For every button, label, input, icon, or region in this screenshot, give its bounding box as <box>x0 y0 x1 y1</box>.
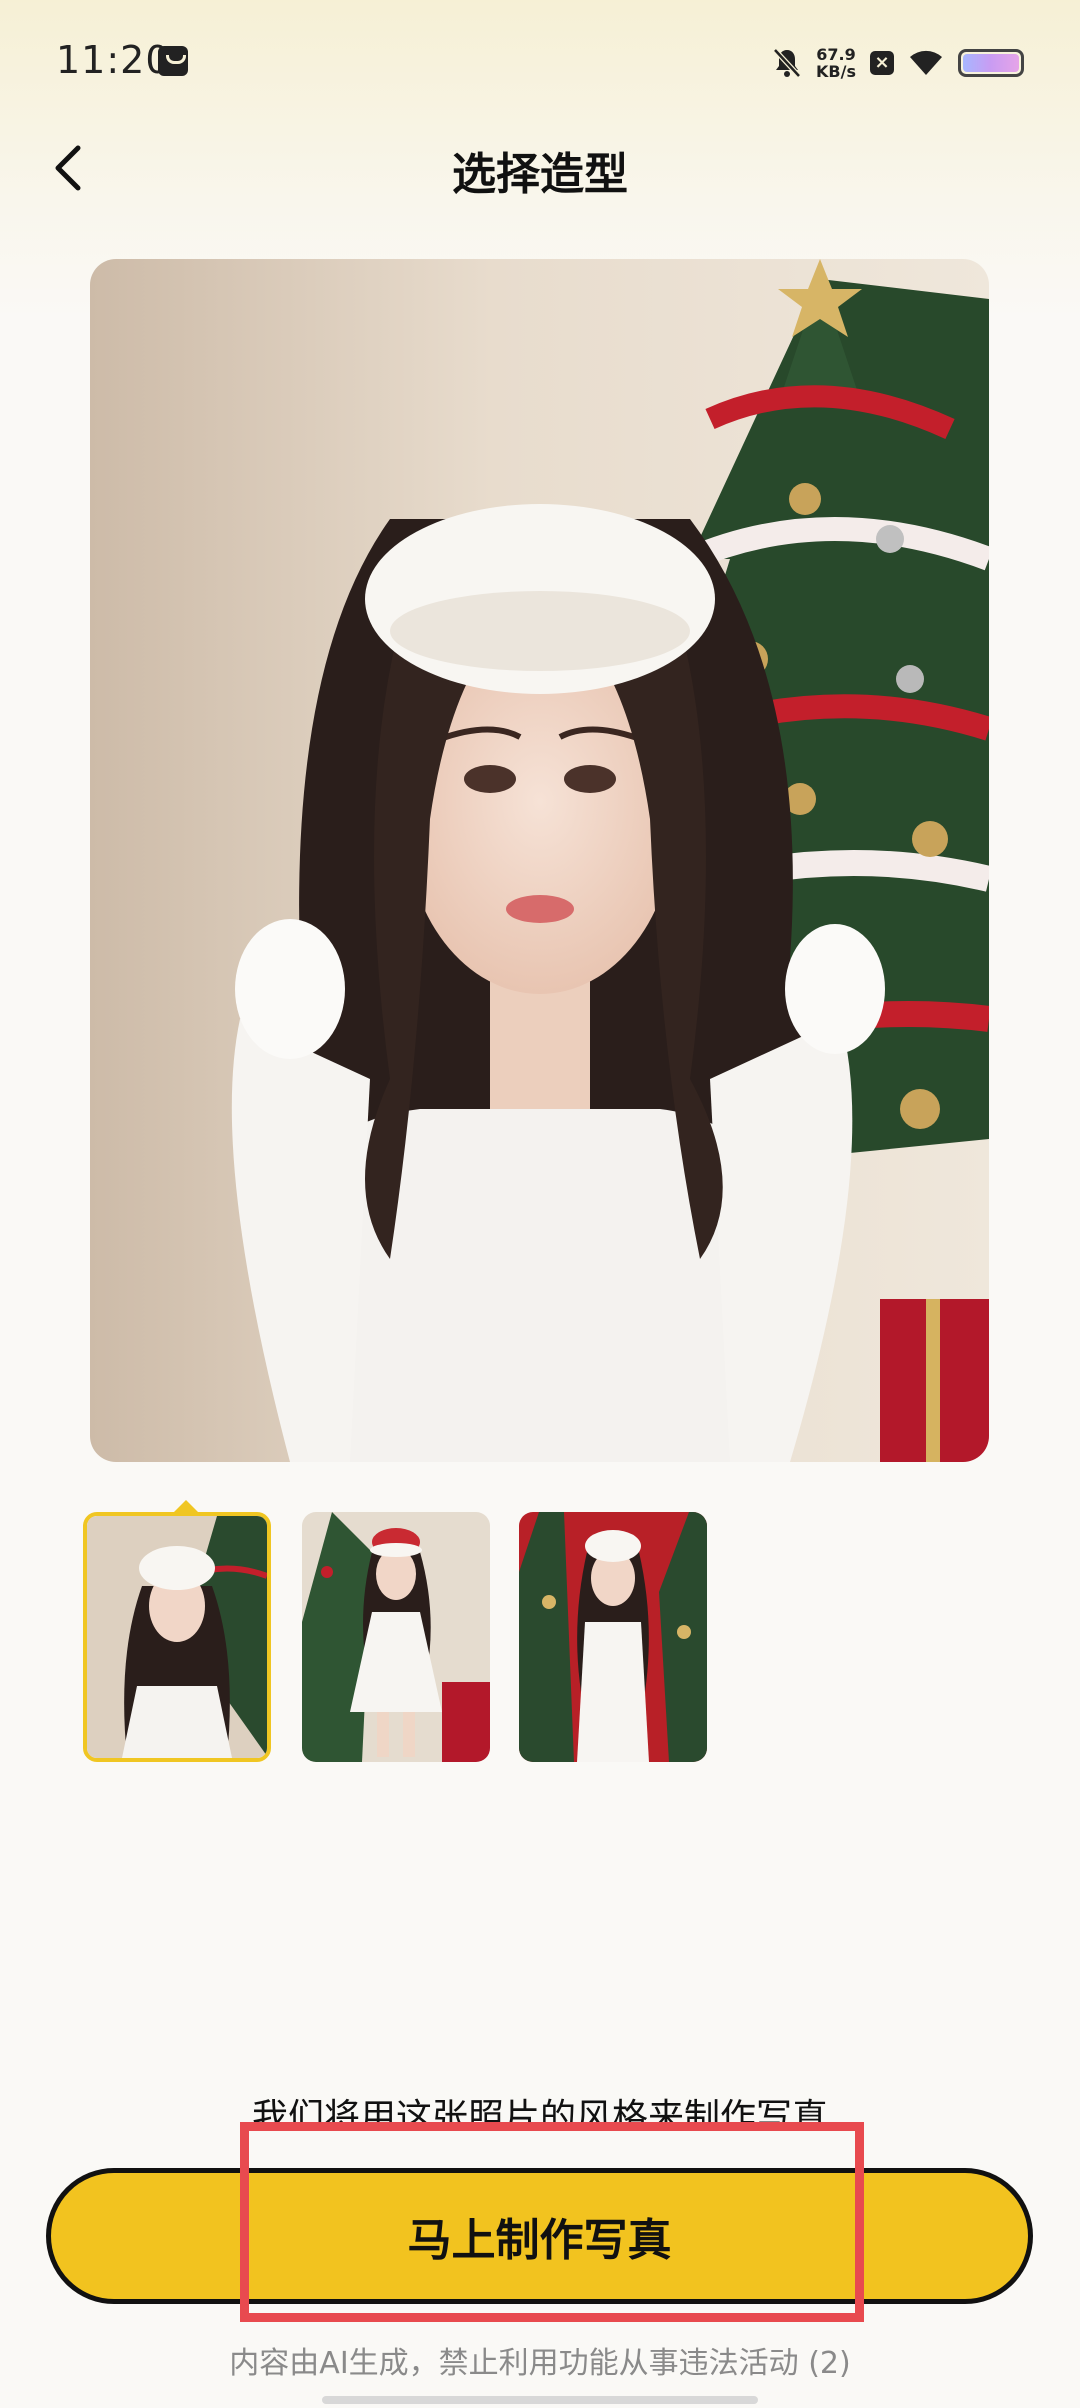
home-indicator[interactable] <box>322 2396 758 2404</box>
header: 选择造型 <box>0 120 1080 216</box>
style-notice: 我们将用这张照片的风格来制作写真 <box>251 2097 828 2124</box>
battery-icon <box>958 49 1024 77</box>
style-thumbnail-list <box>83 1512 723 1766</box>
network-speed: 67.9 KB/s <box>816 46 856 80</box>
page-title: 选择造型 <box>452 149 628 200</box>
style-thumbnail-2[interactable] <box>302 1512 490 1762</box>
network-speed-value: 67.9 <box>816 45 856 64</box>
style-thumbnail-3[interactable] <box>519 1512 707 1762</box>
status-icons: 67.9 KB/s × <box>772 40 1024 86</box>
network-speed-unit: KB/s <box>816 62 856 81</box>
status-time: 11:20 <box>56 38 171 82</box>
sim-off-icon: × <box>870 51 894 75</box>
bell-off-icon <box>772 47 802 79</box>
style-thumbnail-1[interactable] <box>83 1512 271 1762</box>
make-photo-button[interactable]: 马上制作写真 <box>46 2168 1033 2304</box>
wifi-icon <box>908 49 944 77</box>
style-preview-image <box>90 259 989 1462</box>
message-notification-icon <box>158 46 188 76</box>
battery-level <box>963 54 1019 72</box>
status-bar: 11:20 67.9 KB/s × <box>0 0 1080 130</box>
ai-disclaimer: 内容由AI生成，禁止利用功能从事违法活动 (2) <box>229 2346 851 2381</box>
make-photo-button-label: 马上制作写真 <box>407 2215 672 2266</box>
